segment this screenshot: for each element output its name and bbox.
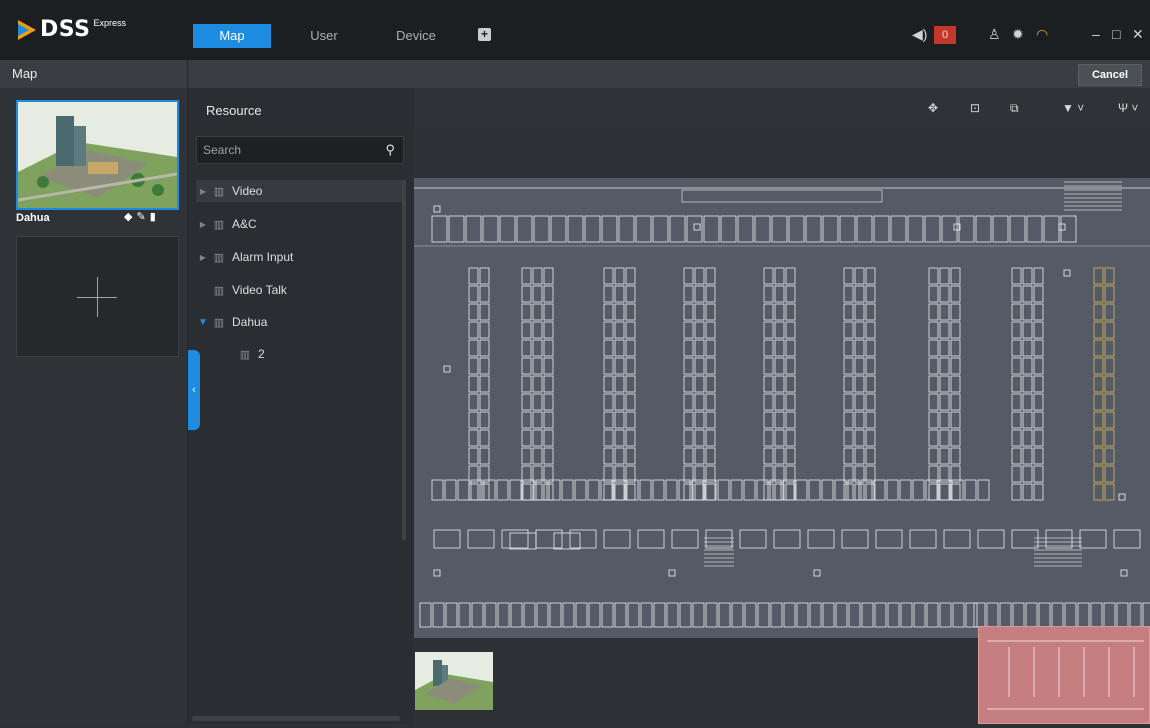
- delete-icon[interactable]: ▮: [150, 211, 160, 223]
- tree-item-label: Alarm Input: [232, 250, 294, 264]
- close-icon[interactable]: ✕: [1132, 26, 1144, 42]
- map-header-area: [414, 126, 1150, 178]
- tree-item-alarm-input[interactable]: ▶ ▥ Alarm Input: [196, 246, 293, 268]
- expand-arrow-icon[interactable]: ▶: [196, 220, 210, 229]
- alarm-count-badge[interactable]: 0: [934, 26, 956, 44]
- expand-arrow-icon[interactable]: ▶: [196, 187, 210, 196]
- tree-item-label: 2: [258, 347, 265, 361]
- app-logo: DSS Express: [18, 17, 126, 42]
- map-thumbnail[interactable]: [16, 100, 179, 210]
- map-icon: ▥: [239, 348, 251, 361]
- tree-item-label: Video: [232, 184, 263, 198]
- collapse-panel-button[interactable]: ‹: [188, 350, 200, 430]
- tree-item-dahua[interactable]: ▼ ▥ Dahua: [196, 311, 267, 333]
- sub-bar: Map: [0, 60, 1150, 88]
- resource-title: Resource: [206, 103, 262, 118]
- floor-plan-image: [414, 181, 1150, 628]
- top-bar: DSS Express: [0, 0, 1150, 60]
- map-overview[interactable]: [978, 626, 1150, 724]
- tab-user[interactable]: User: [296, 24, 352, 48]
- tree-item-label: Dahua: [232, 315, 268, 329]
- maximize-icon[interactable]: □: [1112, 26, 1120, 42]
- tree-item-video[interactable]: ▶ ▥ Video: [196, 180, 406, 202]
- map-icon: ▥: [213, 316, 225, 329]
- map-actions: ◆✎▮: [124, 210, 160, 223]
- search-icon[interactable]: ⚲: [385, 142, 395, 158]
- logo-mark-icon: [18, 20, 36, 40]
- tab-map[interactable]: Map: [193, 24, 271, 48]
- minimize-icon[interactable]: –: [1092, 26, 1100, 42]
- map-toolbar: [414, 88, 1150, 126]
- tree-item-video-talk[interactable]: ▥ Video Talk: [196, 279, 287, 301]
- map-name-label: Dahua: [16, 212, 50, 224]
- add-map-button[interactable]: [16, 236, 179, 357]
- speaker-icon[interactable]: ◀): [912, 26, 927, 42]
- tab-device[interactable]: Device: [388, 24, 444, 48]
- rect-select-icon[interactable]: ⊡: [970, 101, 980, 115]
- brand-edition: Express: [93, 18, 126, 28]
- collapse-arrow-icon[interactable]: ▼: [196, 317, 210, 328]
- resource-group-icon: ▥: [213, 251, 225, 264]
- page-title: Map: [12, 66, 38, 81]
- tree-item-submap[interactable]: ▥ 2: [222, 343, 265, 365]
- tag-icon[interactable]: ◆: [124, 211, 136, 223]
- resource-group-icon: ▥: [213, 284, 225, 297]
- antenna-icon[interactable]: Ψ ˅: [1118, 101, 1138, 115]
- tree-item-ac[interactable]: ▶ ▥ A&C: [196, 213, 257, 235]
- map-thumbnail-image: [18, 102, 177, 208]
- expand-arrow-icon[interactable]: ▶: [196, 253, 210, 262]
- filter-icon[interactable]: ▼ ˅: [1062, 101, 1084, 115]
- search-input[interactable]: [197, 137, 377, 163]
- map-canvas[interactable]: [414, 178, 1150, 638]
- move-icon[interactable]: ✥: [928, 101, 938, 115]
- tree-item-label: Video Talk: [232, 283, 287, 297]
- resource-group-icon: ▥: [213, 185, 225, 198]
- divider: [187, 60, 188, 88]
- resource-hscrollbar[interactable]: [192, 716, 400, 721]
- user-icon[interactable]: ♙: [988, 26, 1001, 42]
- resource-scrollbar[interactable]: [402, 180, 406, 540]
- cancel-button[interactable]: Cancel: [1078, 64, 1142, 86]
- resource-group-icon: ▥: [213, 218, 225, 231]
- mini-map-thumbnail[interactable]: [415, 652, 493, 710]
- gear-icon[interactable]: ✹: [1012, 26, 1024, 42]
- add-tab-icon[interactable]: +: [478, 28, 491, 41]
- brand-name: DSS: [40, 17, 91, 42]
- crop-icon[interactable]: ⧉: [1010, 101, 1019, 116]
- tree-item-label: A&C: [232, 217, 257, 231]
- search-box: ⚲: [196, 136, 404, 164]
- edit-icon[interactable]: ✎: [136, 211, 149, 223]
- speed-icon[interactable]: ◠: [1036, 26, 1048, 42]
